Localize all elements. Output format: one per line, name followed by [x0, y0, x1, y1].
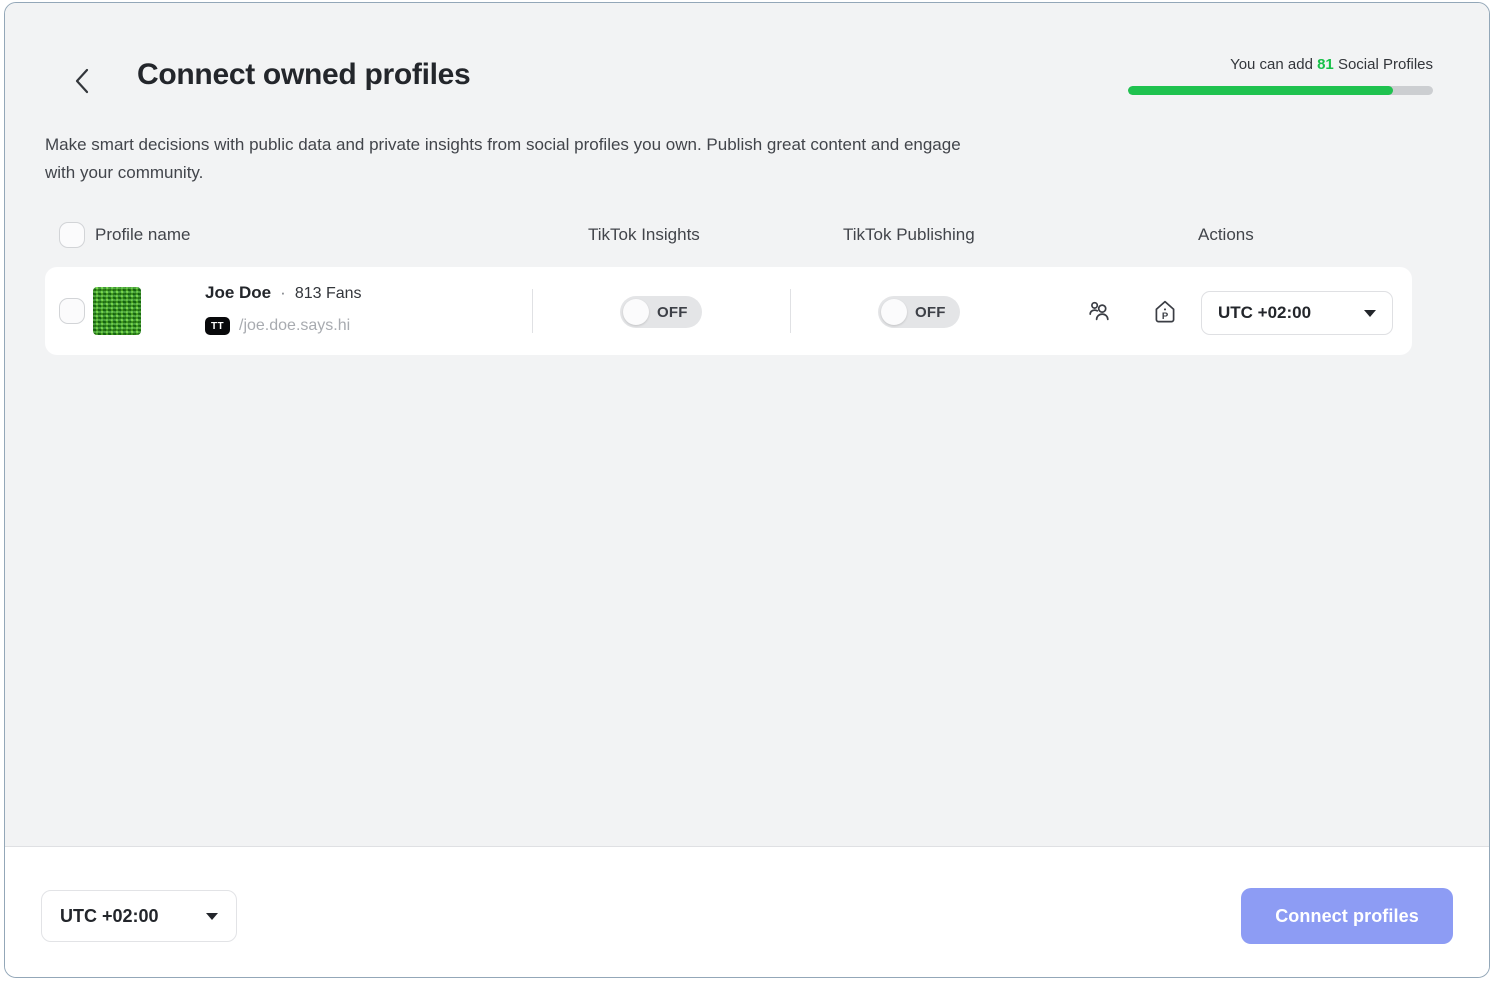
quota-text-prefix: You can add	[1230, 56, 1313, 73]
column-header-profile-name: Profile name	[95, 225, 190, 245]
profile-meta: Joe Doe · 813 Fans TT /joe.doe.says.hi	[205, 283, 362, 337]
toggle-state-label: OFF	[657, 304, 688, 321]
column-divider	[532, 289, 533, 333]
profile-primary-line: Joe Doe · 813 Fans	[205, 283, 362, 309]
row-timezone-select[interactable]: UTC +02:00	[1201, 291, 1393, 335]
svg-text:P: P	[1162, 311, 1169, 322]
people-icon[interactable]	[1085, 297, 1115, 327]
profile-fans-count: 813 Fans	[295, 285, 362, 303]
tiktok-insights-toggle[interactable]: OFF	[620, 296, 702, 328]
quota-count: 81	[1317, 56, 1334, 73]
column-header-actions: Actions	[1198, 225, 1254, 245]
column-divider	[790, 289, 791, 333]
toggle-state-label: OFF	[915, 304, 946, 321]
toggle-knob	[623, 299, 649, 325]
back-button[interactable]	[63, 61, 101, 101]
toggle-knob	[881, 299, 907, 325]
profile-handle: /joe.doe.says.hi	[239, 317, 350, 335]
footer-timezone-select[interactable]: UTC +02:00	[41, 890, 237, 942]
quota-progress-track	[1128, 86, 1433, 95]
chevron-down-icon	[1364, 310, 1376, 317]
connect-profiles-button[interactable]: Connect profiles	[1241, 888, 1453, 944]
row-timezone-value: UTC +02:00	[1218, 303, 1311, 323]
quota-text-suffix: Social Profiles	[1338, 56, 1433, 73]
chevron-down-icon	[206, 913, 218, 920]
column-header-tiktok-insights: TikTok Insights	[588, 225, 700, 245]
table-header-row: Profile name TikTok Insights TikTok Publ…	[5, 218, 1489, 256]
tiktok-publishing-toggle[interactable]: OFF	[878, 296, 960, 328]
page-body: Connect owned profiles You can add 81 So…	[5, 3, 1489, 846]
profile-name: Joe Doe	[205, 283, 271, 303]
footer-bar: UTC +02:00 Connect profiles	[5, 846, 1489, 977]
connect-profiles-window: Connect owned profiles You can add 81 So…	[4, 2, 1490, 978]
row-select-checkbox[interactable]	[59, 298, 85, 324]
quota-block: You can add 81 Social Profiles	[1128, 55, 1433, 95]
tiktok-badge-icon: TT	[205, 317, 230, 335]
chevron-left-icon	[74, 68, 90, 94]
tag-p-icon[interactable]: P	[1150, 297, 1180, 327]
select-all-checkbox[interactable]	[59, 222, 85, 248]
page-description: Make smart decisions with public data an…	[45, 131, 995, 187]
page-header: Connect owned profiles You can add 81 So…	[5, 3, 1489, 115]
table-row: Joe Doe · 813 Fans TT /joe.doe.says.hi O…	[45, 267, 1412, 355]
page-title: Connect owned profiles	[137, 58, 470, 92]
quota-progress-fill	[1128, 86, 1393, 95]
footer-timezone-value: UTC +02:00	[60, 906, 159, 927]
profile-separator: ·	[280, 283, 286, 303]
avatar	[93, 287, 141, 335]
column-header-tiktok-publishing: TikTok Publishing	[843, 225, 975, 245]
profile-secondary-line: TT /joe.doe.says.hi	[205, 315, 362, 337]
quota-text: You can add 81 Social Profiles	[1128, 55, 1433, 75]
